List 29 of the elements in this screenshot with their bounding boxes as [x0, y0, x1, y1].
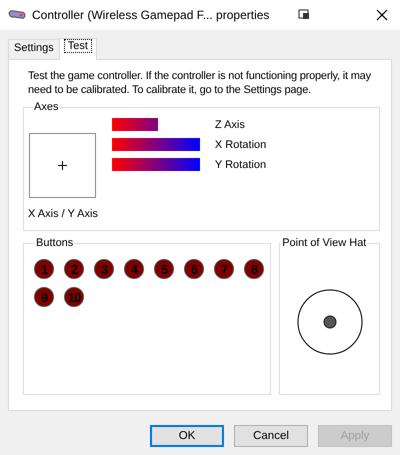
axis-label: Z Axis [214, 118, 245, 130]
pov-hat-drawing [296, 288, 363, 354]
group-title: Buttons [35, 237, 74, 249]
tab[interactable]: Test [58, 38, 97, 60]
tab[interactable]: Settings [8, 39, 60, 59]
group-title: Point of View Hat [281, 237, 368, 249]
button-indicator: 1 [34, 259, 54, 279]
button-indicator: 6 [184, 259, 204, 279]
axis-label: Y Rotation [214, 158, 266, 170]
button-indicator: 10 [64, 287, 84, 307]
group-title: Axes [33, 101, 60, 113]
crosshair-icon [58, 161, 68, 170]
gamepad-icon [8, 9, 26, 21]
dialog-button[interactable]: Cancel [234, 425, 308, 447]
axis-label: X Axis / Y Axis [28, 208, 98, 220]
axis-bar [112, 118, 158, 131]
close-icon[interactable] [376, 9, 388, 21]
instructions-text: Test the game controller. If the controller is not functioning properly, it may need to be calibrated. To calibrate it, go to the Settings page. [28, 69, 372, 97]
button-indicator: 5 [154, 259, 174, 279]
dialog-button[interactable]: OK [150, 425, 224, 447]
button-indicator: 9 [34, 287, 54, 307]
window-icon[interactable] [298, 9, 310, 21]
axis-label: X Rotation [214, 138, 266, 150]
button-indicator: 4 [124, 259, 144, 279]
button-indicator: 7 [214, 259, 234, 279]
button-indicator: 8 [244, 259, 264, 279]
button-indicator: 2 [64, 259, 84, 279]
window-title: Controller (Wireless Gamepad F... properties [32, 8, 270, 22]
button-indicator: 3 [94, 259, 114, 279]
